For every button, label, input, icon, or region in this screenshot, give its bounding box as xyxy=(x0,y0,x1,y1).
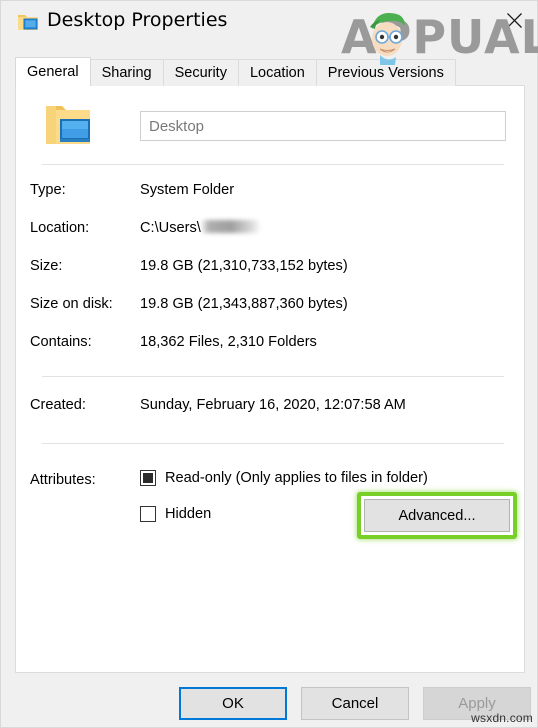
row-size-value: 19.8 GB (21,310,733,152 bytes) xyxy=(140,258,348,274)
folder-name-input[interactable]: Desktop xyxy=(140,111,506,141)
tab-previous-versions[interactable]: Previous Versions xyxy=(315,59,456,86)
hidden-checkbox[interactable] xyxy=(140,506,156,522)
site-watermark: wsxdn.com xyxy=(471,711,533,725)
separator-bottom xyxy=(42,443,504,444)
general-tab-panel: Desktop Type: System Folder Location: C:… xyxy=(15,85,525,673)
row-contains-label: Contains: xyxy=(30,334,92,350)
row-type: Type: System Folder xyxy=(16,182,524,202)
row-contains: Contains: 18,362 Files, 2,310 Folders xyxy=(16,334,524,354)
desktop-folder-icon xyxy=(17,12,39,32)
window-title: Desktop Properties xyxy=(47,9,228,31)
tab-security[interactable]: Security xyxy=(162,59,239,86)
hidden-label: Hidden xyxy=(165,506,212,522)
tab-location[interactable]: Location xyxy=(237,59,317,86)
separator-middle xyxy=(42,376,504,377)
tabstrip: General Sharing Security Location Previo… xyxy=(15,57,456,86)
row-location-value: C:\Users\ xyxy=(140,220,260,236)
dialog-footer: OK Cancel Apply xyxy=(1,687,538,721)
hidden-checkbox-row[interactable]: Hidden xyxy=(140,506,211,522)
cancel-button[interactable]: Cancel xyxy=(301,687,409,720)
ok-button[interactable]: OK xyxy=(179,687,287,720)
row-size-label: Size: xyxy=(30,258,63,274)
row-location-path: C:\Users\ xyxy=(140,220,201,236)
tab-sharing[interactable]: Sharing xyxy=(89,59,164,86)
row-size-on-disk: Size on disk: 19.8 GB (21,343,887,360 by… xyxy=(16,296,524,316)
tab-general[interactable]: General xyxy=(15,57,91,86)
attributes-label: Attributes: xyxy=(30,472,96,488)
row-size: Size: 19.8 GB (21,310,733,152 bytes) xyxy=(16,258,524,278)
row-location: Location: C:\Users\ xyxy=(16,220,524,240)
row-size-on-disk-label: Size on disk: xyxy=(30,296,113,312)
readonly-checkbox-row[interactable]: Read-only (Only applies to files in fold… xyxy=(140,470,428,486)
close-icon[interactable] xyxy=(499,7,529,33)
readonly-label: Read-only (Only applies to files in fold… xyxy=(165,470,428,486)
row-location-label: Location: xyxy=(30,220,90,236)
row-type-value: System Folder xyxy=(140,182,235,198)
redacted-username xyxy=(201,220,260,233)
advanced-button[interactable]: Advanced... xyxy=(364,499,510,532)
row-created: Created: Sunday, February 16, 2020, 12:0… xyxy=(16,397,524,417)
row-contains-value: 18,362 Files, 2,310 Folders xyxy=(140,334,317,350)
row-type-label: Type: xyxy=(30,182,66,198)
row-created-label: Created: xyxy=(30,397,86,413)
desktop-folder-icon-large xyxy=(40,100,98,150)
readonly-checkbox[interactable] xyxy=(140,470,156,486)
titlebar: Desktop Properties xyxy=(1,1,538,45)
separator-top xyxy=(42,164,504,165)
row-created-value: Sunday, February 16, 2020, 12:07:58 AM xyxy=(140,397,406,413)
properties-dialog: APPUALS wsxdn.com xyxy=(0,0,538,728)
row-size-on-disk-value: 19.8 GB (21,343,887,360 bytes) xyxy=(140,296,348,312)
